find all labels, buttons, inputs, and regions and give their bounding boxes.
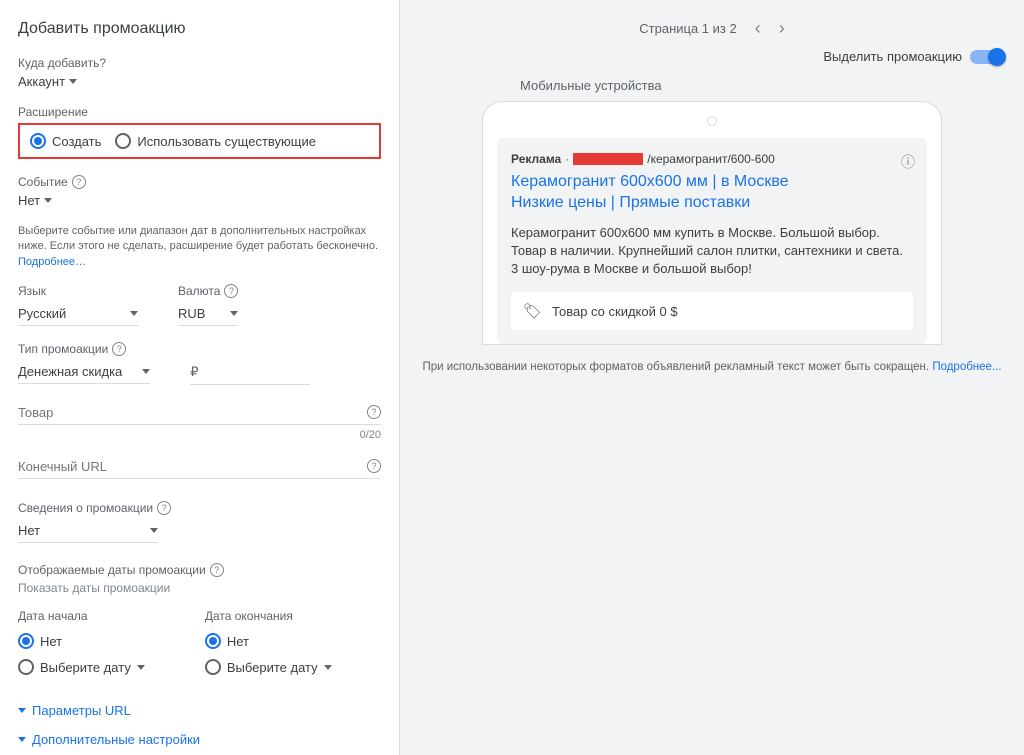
add-to-value: Аккаунт	[18, 74, 65, 89]
language-label: Язык	[18, 284, 138, 298]
redacted-domain	[573, 153, 643, 165]
help-icon[interactable]: ?	[224, 284, 238, 298]
currency-value: RUB	[178, 306, 205, 321]
product-counter: 0/20	[18, 429, 381, 441]
start-date-select[interactable]: Выберите дату	[18, 659, 145, 675]
event-value: Нет	[18, 193, 40, 208]
preview-device-label: Мобильные устройства	[520, 78, 1004, 93]
add-to-label: Куда добавить?	[18, 56, 381, 70]
footer-note: При использовании некоторых форматов объ…	[420, 359, 1004, 375]
chevron-down-icon	[137, 665, 145, 670]
chevron-down-icon	[324, 665, 332, 670]
phone-notch-icon	[707, 116, 717, 126]
end-date-none[interactable]: Нет	[205, 633, 332, 649]
next-page-button[interactable]: ›	[779, 18, 785, 39]
radio-icon	[115, 133, 131, 149]
radio-icon	[205, 633, 221, 649]
chevron-down-icon	[230, 311, 238, 316]
promo-details-dropdown[interactable]: Нет	[18, 519, 158, 543]
radio-icon	[18, 659, 34, 675]
start-date-none[interactable]: Нет	[18, 633, 145, 649]
help-icon[interactable]: ?	[157, 501, 171, 515]
amount-input[interactable]: ₽	[190, 360, 310, 385]
chevron-down-icon	[130, 311, 138, 316]
extension-radio-group: Создать Использовать существующие	[18, 123, 381, 159]
chevron-down-icon	[18, 708, 26, 713]
promo-type-value: Денежная скидка	[18, 364, 122, 379]
final-url-input[interactable]	[18, 455, 381, 479]
radio-icon	[30, 133, 46, 149]
highlight-label: Выделить промоакцию	[823, 49, 962, 64]
left-panel: Добавить промоакцию Куда добавить? Аккау…	[0, 0, 400, 755]
url-params-link[interactable]: Параметры URL	[18, 703, 381, 718]
tag-icon: 🏷	[523, 302, 542, 320]
ad-title: Керамогранит 600х600 мм | в Москве Низки…	[511, 172, 913, 214]
ad-badge: Реклама	[511, 152, 561, 166]
display-dates-label: Отображаемые даты промоакции ?	[18, 563, 381, 577]
ad-card: ⓘ Реклама · /керамогранит/600-600 Керамо…	[497, 138, 927, 344]
event-label: Событие ?	[18, 175, 381, 189]
event-dropdown[interactable]: Нет	[18, 193, 381, 208]
chevron-down-icon	[150, 528, 158, 533]
promo-details-value: Нет	[18, 523, 40, 538]
right-panel: Страница 1 из 2 ‹ › Выделить промоакцию …	[400, 0, 1024, 755]
ad-path: /керамогранит/600-600	[647, 152, 775, 166]
chevron-down-icon	[18, 737, 26, 742]
promo-details-label: Сведения о промоакции ?	[18, 501, 381, 515]
radio-use-existing[interactable]: Использовать существующие	[115, 133, 316, 149]
footer-link[interactable]: Подробнее...	[932, 361, 1001, 373]
prev-page-button[interactable]: ‹	[755, 18, 761, 39]
currency-dropdown[interactable]: RUB	[178, 302, 238, 326]
chevron-down-icon	[69, 79, 77, 84]
radio-create[interactable]: Создать	[30, 133, 101, 149]
promo-type-dropdown[interactable]: Денежная скидка	[18, 360, 150, 384]
ad-promo-extension: 🏷 Товар со скидкой 0 $	[511, 292, 913, 330]
ad-description: Керамогранит 600х600 мм купить в Москве.…	[511, 224, 913, 279]
panel-title: Добавить промоакцию	[18, 20, 381, 38]
phone-preview: ⓘ Реклама · /керамогранит/600-600 Керамо…	[482, 101, 942, 345]
language-value: Русский	[18, 306, 66, 321]
ad-promo-text: Товар со скидкой 0 $	[552, 304, 678, 319]
radio-icon	[18, 633, 34, 649]
info-icon[interactable]: ⓘ	[901, 152, 915, 172]
start-date-label: Дата начала	[18, 609, 145, 623]
more-settings-link[interactable]: Дополнительные настройки	[18, 732, 381, 747]
help-icon[interactable]: ?	[72, 175, 86, 189]
help-icon[interactable]: ?	[112, 342, 126, 356]
display-dates-hint: Показать даты промоакции	[18, 581, 381, 595]
chevron-down-icon	[44, 198, 52, 203]
event-hint-link[interactable]: Подробнее…	[18, 256, 86, 268]
highlight-toggle[interactable]	[970, 50, 1004, 64]
pager-text: Страница 1 из 2	[639, 21, 736, 36]
end-date-label: Дата окончания	[205, 609, 332, 623]
ad-top-line: Реклама · /керамогранит/600-600	[511, 152, 913, 166]
product-input[interactable]	[18, 401, 381, 425]
pager-bar: Страница 1 из 2 ‹ ›	[400, 0, 1024, 49]
promo-type-label: Тип промоакции ?	[18, 342, 150, 356]
radio-icon	[205, 659, 221, 675]
currency-label: Валюта ?	[178, 284, 238, 298]
extension-label: Расширение	[18, 105, 381, 119]
end-date-select[interactable]: Выберите дату	[205, 659, 332, 675]
chevron-down-icon	[142, 369, 150, 374]
radio-create-label: Создать	[52, 134, 101, 149]
event-hint: Выберите событие или диапазон дат в допо…	[18, 224, 381, 270]
help-icon[interactable]: ?	[210, 563, 224, 577]
radio-use-existing-label: Использовать существующие	[137, 134, 316, 149]
language-dropdown[interactable]: Русский	[18, 302, 138, 326]
add-to-dropdown[interactable]: Аккаунт	[18, 74, 381, 89]
